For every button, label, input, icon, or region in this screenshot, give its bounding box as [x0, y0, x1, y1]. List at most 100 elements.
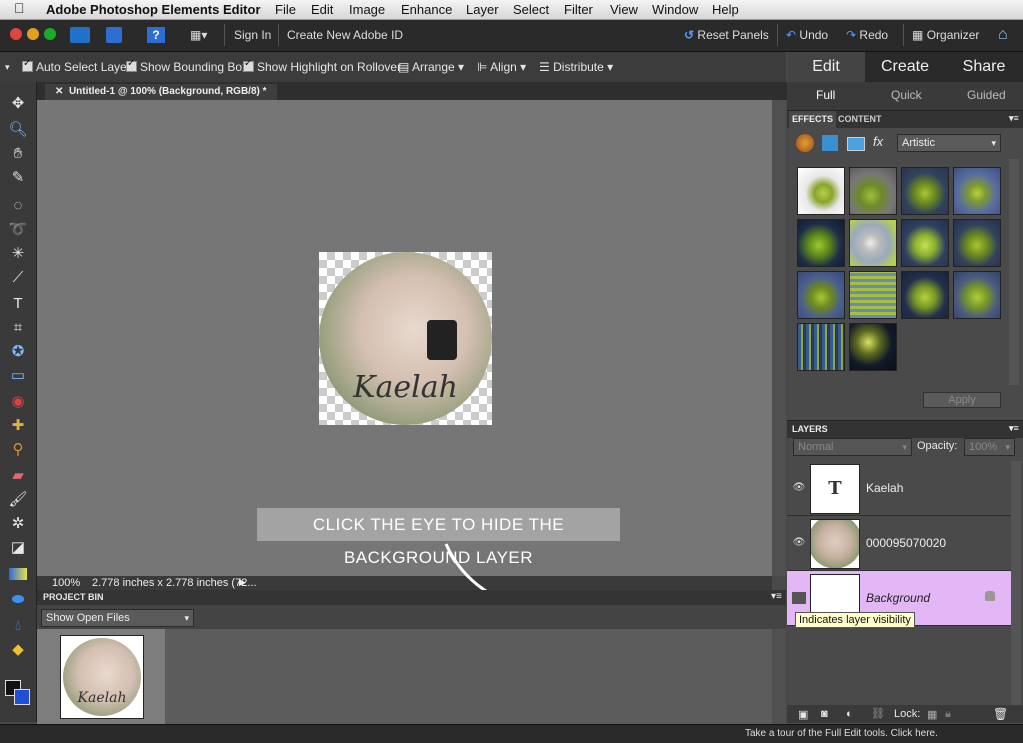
- effect-thumbnail[interactable]: [953, 271, 1001, 319]
- distribute-dropdown[interactable]: ☰ Distribute ▾: [539, 60, 613, 74]
- opacity-field[interactable]: 100% ▾: [964, 438, 1015, 456]
- tour-link[interactable]: Take a tour of the Full Edit tools. Clic…: [745, 728, 938, 739]
- create-adobe-id-link[interactable]: Create New Adobe ID: [287, 24, 403, 46]
- options-menu-icon[interactable]: ▾: [5, 62, 10, 73]
- red-eye-tool-icon[interactable]: ◉: [8, 392, 28, 412]
- menu-select[interactable]: Select: [513, 2, 549, 17]
- layers-menu-icon[interactable]: ▾≡: [1009, 423, 1019, 434]
- project-bin-menu-icon[interactable]: ▾≡: [771, 591, 782, 602]
- subtab-full[interactable]: Full: [816, 88, 835, 102]
- move-tool-icon[interactable]: ✥: [8, 94, 28, 114]
- delete-layer-icon[interactable]: 🗑︎: [993, 707, 1008, 721]
- tab-content[interactable]: CONTENT: [838, 111, 882, 128]
- lock-all-icon[interactable]: 🔒︎: [945, 708, 951, 721]
- eyedropper-tool-icon[interactable]: ✎: [8, 168, 28, 188]
- lock-transparency-icon[interactable]: ▦: [927, 708, 937, 721]
- project-bin-scrollbar[interactable]: [772, 629, 786, 724]
- reset-panels-button[interactable]: ↺ Reset Panels: [684, 24, 769, 46]
- quick-selection-tool-icon[interactable]: ⟋: [8, 268, 28, 288]
- effect-thumbnail[interactable]: [797, 271, 845, 319]
- tab-effects[interactable]: EFFECTS: [789, 111, 837, 128]
- redo-button[interactable]: ↷ Redo: [846, 24, 888, 46]
- bin-thumbnail[interactable]: Kaelah: [60, 635, 144, 719]
- show-bounding-box-checkbox[interactable]: Show Bounding Box: [126, 58, 248, 74]
- effect-thumbnail[interactable]: [797, 219, 845, 267]
- lasso-tool-icon[interactable]: ➰: [8, 220, 28, 240]
- arrange-dropdown[interactable]: ▤ Arrange ▾: [398, 60, 464, 74]
- straighten-tool-icon[interactable]: ▭: [8, 366, 28, 386]
- menu-image[interactable]: Image: [349, 2, 385, 17]
- menu-enhance[interactable]: Enhance: [401, 2, 452, 17]
- new-layer-icon[interactable]: ▣: [798, 708, 808, 721]
- document-image[interactable]: Kaelah: [319, 252, 492, 425]
- effect-thumbnail[interactable]: [953, 167, 1001, 215]
- link-icon[interactable]: ⛓: [871, 707, 885, 720]
- effect-thumbnail[interactable]: [901, 167, 949, 215]
- magic-wand-tool-icon[interactable]: ✳: [8, 244, 28, 264]
- effect-thumbnail[interactable]: [849, 271, 897, 319]
- document-tab[interactable]: ✕ Untitled-1 @ 100% (Background, RGB/8) …: [45, 84, 277, 100]
- hand-tool-icon[interactable]: ✋︎: [8, 144, 28, 164]
- effect-thumbnail[interactable]: [797, 167, 845, 215]
- menu-view[interactable]: View: [610, 2, 638, 17]
- background-color-swatch[interactable]: [14, 689, 30, 705]
- blend-mode-dropdown[interactable]: Normal ▾: [793, 438, 912, 456]
- subtab-guided[interactable]: Guided: [967, 88, 1006, 102]
- effect-thumbnail[interactable]: [849, 219, 897, 267]
- close-window-button[interactable]: [10, 28, 22, 40]
- save-icon[interactable]: [106, 27, 122, 43]
- eye-icon-hidden[interactable]: ·: [792, 592, 806, 604]
- close-tab-icon[interactable]: ✕: [55, 86, 63, 97]
- menu-filter[interactable]: Filter: [564, 2, 593, 17]
- tab-create[interactable]: Create: [865, 52, 945, 82]
- app-name[interactable]: Adobe Photoshop Elements Editor: [46, 2, 261, 17]
- tab-share[interactable]: Share: [945, 52, 1023, 82]
- undo-button[interactable]: ↶ Undo: [786, 24, 828, 46]
- project-bin-filter-dropdown[interactable]: Show Open Files ▾: [41, 609, 194, 627]
- eye-icon[interactable]: 👁︎: [792, 537, 806, 549]
- smart-brush-tool-icon[interactable]: ✲: [8, 514, 28, 534]
- effect-thumbnail[interactable]: [901, 271, 949, 319]
- clone-stamp-tool-icon[interactable]: ⚲: [8, 440, 28, 460]
- adjustment-layer-icon[interactable]: ◐: [846, 708, 853, 720]
- effect-thumbnail[interactable]: [849, 323, 897, 371]
- photo-effects-icon[interactable]: [847, 137, 865, 151]
- layer-row-kaelah[interactable]: 👁︎ T Kaelah: [787, 461, 1011, 516]
- home-icon[interactable]: ⌂: [998, 24, 1018, 46]
- eraser-tool-icon[interactable]: ▰: [8, 466, 28, 486]
- minimize-window-button[interactable]: [27, 28, 39, 40]
- layers-scrollbar[interactable]: [1011, 461, 1021, 706]
- crop-tool-icon[interactable]: ⌗: [8, 318, 28, 338]
- effect-thumbnail[interactable]: [849, 167, 897, 215]
- layer-styles-icon[interactable]: [822, 135, 838, 151]
- paint-bucket-tool-icon[interactable]: ◪: [8, 538, 28, 558]
- menu-help[interactable]: Help: [712, 2, 739, 17]
- help-icon[interactable]: ?: [147, 27, 165, 43]
- show-highlight-checkbox[interactable]: Show Highlight on Rollover: [243, 58, 401, 74]
- fx-icon[interactable]: fx: [873, 134, 883, 149]
- apply-button[interactable]: Apply: [923, 392, 1001, 408]
- document-size-info[interactable]: 2.778 inches x 2.778 inches (72...: [92, 577, 257, 589]
- menu-window[interactable]: Window: [652, 2, 698, 17]
- healing-brush-tool-icon[interactable]: ✚: [8, 416, 28, 436]
- eye-icon[interactable]: 👁︎: [792, 482, 806, 494]
- zoom-level[interactable]: 100%: [52, 577, 80, 589]
- marquee-tool-icon[interactable]: ◌: [8, 196, 28, 216]
- zoom-tool-icon[interactable]: 🔍︎: [8, 120, 28, 140]
- effect-thumbnail[interactable]: [797, 323, 845, 371]
- effect-thumbnail[interactable]: [953, 219, 1001, 267]
- menu-layer[interactable]: Layer: [466, 2, 499, 17]
- layer-row-photo[interactable]: 👁︎ 000095070020: [787, 516, 1011, 571]
- effects-menu-icon[interactable]: ▾≡: [1009, 113, 1019, 124]
- effect-thumbnail[interactable]: [901, 219, 949, 267]
- effects-scrollbar[interactable]: [1009, 159, 1019, 385]
- align-dropdown[interactable]: ⊫ Align ▾: [477, 60, 526, 74]
- canvas-vertical-scrollbar[interactable]: [772, 100, 786, 576]
- sign-in-link[interactable]: Sign In: [234, 24, 271, 46]
- auto-select-layer-checkbox[interactable]: Auto Select Layer: [22, 58, 131, 74]
- apple-icon[interactable]: : [14, 0, 25, 16]
- status-menu-arrow-icon[interactable]: ▶: [239, 577, 246, 588]
- blur-tool-icon[interactable]: 💧︎: [8, 616, 28, 636]
- layout-icon[interactable]: ▦▾: [190, 24, 214, 46]
- brush-tool-icon[interactable]: 🖌︎: [8, 490, 28, 510]
